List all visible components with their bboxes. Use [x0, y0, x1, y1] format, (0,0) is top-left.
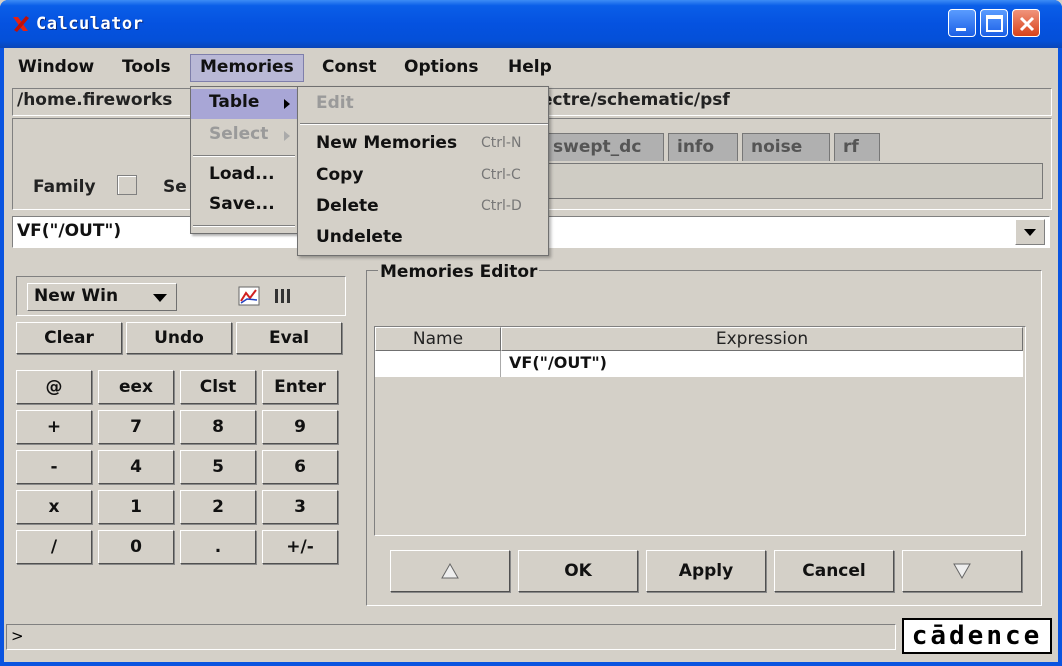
submenu-undelete-label: Undelete	[316, 227, 403, 247]
select-label: Se	[163, 177, 187, 197]
menu-bar: Window Tools Memories Const Options Help	[4, 48, 1058, 86]
submenu-new-memories[interactable]: New Memories Ctrl-N	[298, 129, 548, 159]
chevron-down-icon	[153, 294, 167, 302]
column-expression-header[interactable]: Expression	[501, 327, 1023, 351]
family-checkbox[interactable]	[117, 175, 137, 195]
new-win-select[interactable]: New Win	[27, 283, 177, 311]
key-multiply[interactable]: x	[16, 490, 92, 524]
menu-help[interactable]: Help	[498, 54, 562, 82]
plot-icon[interactable]	[237, 285, 261, 307]
eval-button[interactable]: Eval	[236, 322, 342, 354]
key-9[interactable]: 9	[262, 410, 338, 444]
name-cell[interactable]	[375, 351, 501, 377]
menu-memories[interactable]: Memories	[190, 54, 304, 82]
key-6[interactable]: 6	[262, 450, 338, 484]
menu-window[interactable]: Window	[8, 54, 104, 82]
shortcut-label: Ctrl-N	[481, 135, 522, 151]
key-8[interactable]: 8	[180, 410, 256, 444]
menu-item-load[interactable]: Load...	[191, 161, 297, 191]
triangle-down-icon	[953, 563, 971, 580]
menu-separator	[193, 225, 295, 227]
menu-options[interactable]: Options	[394, 54, 488, 82]
expression-text: VF("/OUT")	[17, 221, 122, 241]
key-0[interactable]: 0	[98, 530, 174, 564]
window-title: Calculator	[36, 14, 144, 34]
submenu-copy-label: Copy	[316, 165, 364, 185]
tab-swept-dc[interactable]: swept_dc	[544, 133, 664, 161]
key-dot[interactable]: .	[180, 530, 256, 564]
menu-item-table[interactable]: Table	[191, 89, 297, 119]
key-at[interactable]: @	[16, 370, 92, 404]
menu-separator	[300, 123, 548, 125]
app-x-icon	[13, 16, 29, 32]
key-2[interactable]: 2	[180, 490, 256, 524]
tab-rf[interactable]: rf	[834, 133, 880, 161]
key-eex[interactable]: eex	[98, 370, 174, 404]
submenu-new-memories-label: New Memories	[316, 133, 458, 153]
table-submenu: Edit New Memories Ctrl-N Copy Ctrl-C Del…	[297, 86, 549, 256]
shortcut-label: Ctrl-C	[481, 167, 521, 183]
key-4[interactable]: 4	[98, 450, 174, 484]
cancel-button[interactable]: Cancel	[774, 550, 894, 592]
submenu-delete[interactable]: Delete Ctrl-D	[298, 192, 548, 222]
apply-button[interactable]: Apply	[646, 550, 766, 592]
menu-item-select[interactable]: Select	[191, 121, 297, 151]
menu-separator	[193, 155, 295, 157]
tab-info[interactable]: info	[668, 133, 738, 161]
table-row[interactable]: VF("/OUT")	[375, 351, 1023, 377]
close-button[interactable]	[1012, 9, 1040, 37]
menu-item-table-label: Table	[209, 92, 260, 112]
memories-menu: Table Select Load... Save...	[190, 86, 298, 234]
submenu-edit[interactable]: Edit	[298, 89, 548, 119]
key-divide[interactable]: /	[16, 530, 92, 564]
chevron-down-icon	[1024, 229, 1036, 236]
key-enter[interactable]: Enter	[262, 370, 338, 404]
tab-noise[interactable]: noise	[742, 133, 830, 161]
path-left: /home.fireworks	[17, 90, 173, 110]
plot-panel: New Win	[16, 276, 346, 316]
maximize-button[interactable]	[980, 9, 1008, 37]
menu-const[interactable]: Const	[312, 54, 387, 82]
family-label: Family	[33, 177, 96, 197]
status-prompt: >	[11, 627, 24, 645]
keypad: @ eex Clst Enter + 7 8 9 - 4 5 6 x 1 2 3…	[16, 370, 342, 570]
submenu-arrow-icon	[284, 99, 290, 109]
triangle-up-icon	[441, 562, 459, 579]
move-up-button[interactable]	[390, 550, 510, 592]
column-name-header[interactable]: Name	[375, 327, 501, 351]
move-down-button[interactable]	[902, 550, 1022, 592]
cadence-logo: cādence	[902, 618, 1052, 654]
clear-button[interactable]: Clear	[16, 322, 122, 354]
expression-cell[interactable]: VF("/OUT")	[501, 351, 1023, 377]
ok-button[interactable]: OK	[518, 550, 638, 592]
key-7[interactable]: 7	[98, 410, 174, 444]
key-1[interactable]: 1	[98, 490, 174, 524]
minimize-button[interactable]	[948, 9, 976, 37]
key-5[interactable]: 5	[180, 450, 256, 484]
expression-dropdown-button[interactable]	[1015, 219, 1045, 245]
title-bar[interactable]: Calculator	[0, 0, 1062, 48]
shortcut-label: Ctrl-D	[481, 198, 522, 214]
status-bar: >	[6, 624, 896, 650]
menu-item-select-label: Select	[209, 124, 269, 144]
key-clst[interactable]: Clst	[180, 370, 256, 404]
submenu-undelete[interactable]: Undelete	[298, 223, 548, 253]
new-win-label: New Win	[34, 286, 119, 306]
key-sign[interactable]: +/-	[262, 530, 338, 564]
menu-item-save[interactable]: Save...	[191, 191, 297, 221]
table-icon[interactable]	[273, 287, 293, 305]
submenu-copy[interactable]: Copy Ctrl-C	[298, 161, 548, 191]
calculator-window: Calculator Window Tools Memories Const O…	[0, 0, 1062, 666]
menu-tools[interactable]: Tools	[112, 54, 181, 82]
path-right: ectre/schematic/psf	[541, 90, 730, 110]
key-3[interactable]: 3	[262, 490, 338, 524]
key-plus[interactable]: +	[16, 410, 92, 444]
submenu-arrow-icon	[284, 131, 290, 141]
undo-button[interactable]: Undo	[126, 322, 232, 354]
memories-editor-title: Memories Editor	[378, 262, 540, 282]
key-minus[interactable]: -	[16, 450, 92, 484]
submenu-delete-label: Delete	[316, 196, 379, 216]
memories-table: Name Expression VF("/OUT")	[374, 326, 1026, 536]
